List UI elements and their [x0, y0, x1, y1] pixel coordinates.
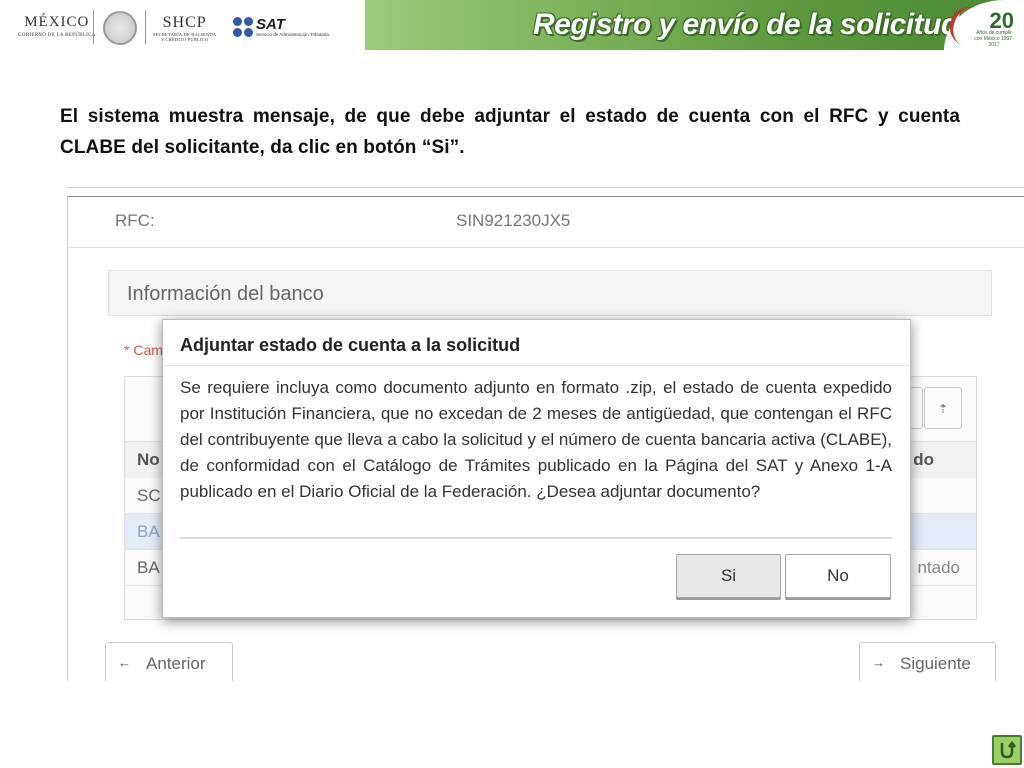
rfc-label: RFC: — [115, 211, 155, 230]
anniversary-text: Años de cumplir con México 1997-2017 — [974, 30, 1014, 48]
bank-section-title: Información del banco — [127, 283, 324, 305]
dialog-message: Se requiere incluya como documento adjun… — [180, 378, 892, 501]
table-cell: BA — [137, 558, 160, 577]
mexico-logo-subtitle: GOBIERNO DE LA REPÚBLICA — [18, 33, 96, 38]
sat-dots-icon — [233, 17, 253, 37]
sat-logo-subtitle: Servicio de Administración Tributaria — [256, 31, 329, 37]
table-header-cell: No — [137, 450, 160, 469]
required-fields-note: * Cam — [124, 342, 163, 358]
national-seal-icon — [103, 11, 137, 45]
no-button[interactable]: No — [785, 554, 891, 598]
table-cell: ntado — [917, 558, 960, 577]
instruction-text: El sistema muestra mensaje, de que debe … — [60, 106, 960, 158]
next-button-label: Siguiente — [900, 654, 971, 673]
logo-divider — [93, 10, 94, 44]
rfc-value: SIN921230JX5 — [456, 211, 571, 230]
dialog-divider — [180, 537, 892, 539]
table-cell: BA — [137, 522, 160, 541]
table-cell: SC — [137, 486, 161, 505]
header-banner: Registro y envío de la solicitud 20 Años… — [365, 0, 1024, 50]
dialog-divider — [163, 365, 910, 366]
shcp-logo: SHCP SECRETARÍA DE HACIENDA Y CRÉDITO PÚ… — [153, 14, 216, 42]
next-button[interactable]: → Siguiente — [859, 642, 996, 681]
return-arrow-icon[interactable] — [992, 735, 1022, 765]
logo-divider — [145, 10, 146, 44]
divider — [67, 187, 1024, 188]
upload-icon[interactable]: ⇡ — [924, 387, 962, 429]
yes-button[interactable]: Si — [676, 554, 781, 598]
table-header-cell: do — [913, 450, 934, 469]
rfc-row: RFC: SIN921230JX5 — [67, 197, 1024, 248]
arrow-right-icon: → — [872, 655, 885, 670]
page-title: Registro y envío de la solicitud — [533, 8, 959, 41]
attach-statement-dialog: Adjuntar estado de cuenta a la solicitud… — [162, 319, 911, 618]
divider — [67, 196, 68, 681]
mexico-logo-name: MÉXICO — [24, 14, 90, 30]
shcp-logo-name: SHCP — [162, 14, 207, 31]
mexico-logo: MÉXICO GOBIERNO DE LA REPÚBLICA — [18, 14, 96, 38]
app-screenshot: RFC: SIN921230JX5 Información del banco … — [67, 187, 1024, 681]
previous-button-label: Anterior — [146, 654, 206, 673]
shcp-logo-subtitle: Y CRÉDITO PÚBLICO — [160, 37, 209, 42]
sat-logo-name: SAT — [256, 15, 285, 33]
dialog-title: Adjuntar estado de cuenta a la solicitud — [180, 335, 521, 355]
bank-info-panel: Información del banco — [108, 270, 992, 316]
arrow-left-icon: ← — [118, 655, 131, 670]
header-logos: MÉXICO GOBIERNO DE LA REPÚBLICA SHCP SEC… — [0, 0, 365, 50]
previous-button[interactable]: ← Anterior — [105, 642, 233, 681]
sat-logo: SAT Servicio de Administración Tributari… — [233, 17, 329, 37]
